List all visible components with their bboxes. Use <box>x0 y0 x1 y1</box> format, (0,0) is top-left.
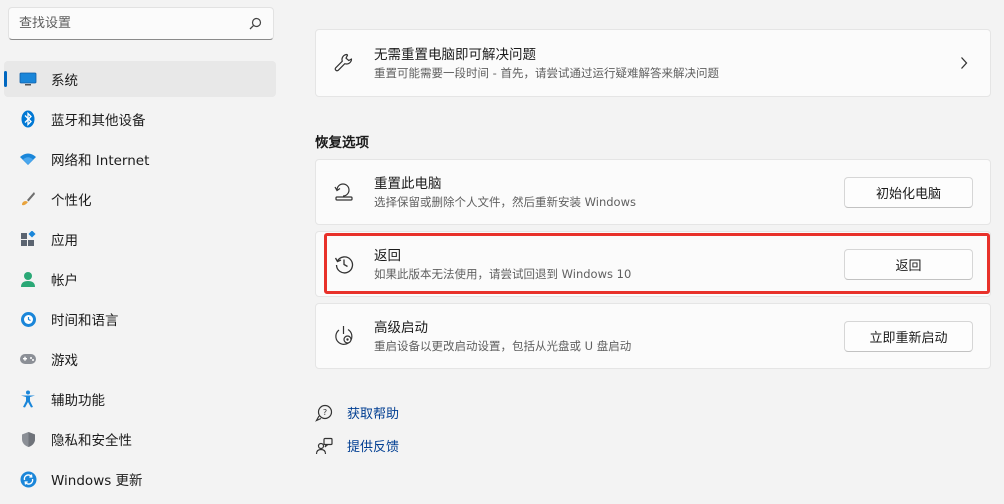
sidebar-item-personalization[interactable]: 个性化 <box>4 181 276 217</box>
link-text[interactable]: 提供反馈 <box>347 436 399 455</box>
sidebar-item-accounts[interactable]: 帐户 <box>4 261 276 297</box>
card-subtitle: 如果此版本无法使用，请尝试回退到 Windows 10 <box>374 266 632 281</box>
chevron-right-icon[interactable] <box>957 56 971 70</box>
sidebar-item-apps[interactable]: 应用 <box>4 221 276 257</box>
sidebar-item-label: 帐户 <box>51 273 78 289</box>
sidebar-item-windows-update[interactable]: Windows 更新 <box>4 461 276 497</box>
person-icon <box>18 269 38 289</box>
sidebar-item-label: 隐私和安全性 <box>51 433 132 449</box>
main-content: 无需重置电脑即可解决问题 重置可能需要一段时间 - 首先，请尝试通过运行疑难解答… <box>315 0 991 504</box>
accessibility-icon <box>18 389 38 409</box>
sidebar-item-label: 应用 <box>51 233 78 249</box>
sidebar-item-privacy[interactable]: 隐私和安全性 <box>4 421 276 457</box>
sidebar-item-label: 个性化 <box>51 193 92 209</box>
globe-clock-icon <box>18 309 38 329</box>
get-help-link[interactable]: ? 获取帮助 <box>315 403 399 422</box>
sidebar-nav: 系统 蓝牙和其他设备 网络和 Internet 个性化 应用 帐户 时间和语言 … <box>4 61 276 501</box>
card-text: 高级启动 重启设备以更改启动设置，包括从光盘或 U 盘启动 <box>374 319 844 354</box>
advanced-startup-card: 高级启动 重启设备以更改启动设置，包括从光盘或 U 盘启动 立即重新启动 <box>315 303 991 369</box>
sidebar-item-gaming[interactable]: 游戏 <box>4 341 276 377</box>
card-subtitle: 重置可能需要一段时间 - 首先，请尝试通过运行疑难解答来解决问题 <box>374 65 719 80</box>
sidebar: 系统 蓝牙和其他设备 网络和 Internet 个性化 应用 <box>0 0 290 504</box>
fix-without-reset-card[interactable]: 无需重置电脑即可解决问题 重置可能需要一段时间 - 首先，请尝试通过运行疑难解答… <box>315 29 991 97</box>
update-icon <box>18 469 38 489</box>
card-title: 重置此电脑 <box>374 175 442 192</box>
help-icon: ? <box>315 404 333 422</box>
wrench-icon <box>333 52 355 74</box>
search-icon[interactable] <box>247 16 263 32</box>
sidebar-item-system[interactable]: 系统 <box>4 61 276 97</box>
sidebar-item-label: 时间和语言 <box>51 313 119 329</box>
reset-pc-icon <box>333 181 355 203</box>
shield-icon <box>18 429 38 449</box>
search-input[interactable] <box>19 16 247 31</box>
card-subtitle: 重启设备以更改启动设置，包括从光盘或 U 盘启动 <box>374 338 632 353</box>
reset-pc-card: 重置此电脑 选择保留或删除个人文件，然后重新安装 Windows 初始化电脑 <box>315 159 991 225</box>
power-settings-icon <box>333 325 355 347</box>
give-feedback-link[interactable]: 提供反馈 <box>315 436 399 455</box>
sidebar-item-network[interactable]: 网络和 Internet <box>4 141 276 177</box>
go-back-card: 返回 如果此版本无法使用，请尝试回退到 Windows 10 返回 <box>315 231 991 297</box>
card-text: 返回 如果此版本无法使用，请尝试回退到 Windows 10 <box>374 247 844 282</box>
sidebar-item-accessibility[interactable]: 辅助功能 <box>4 381 276 417</box>
card-text: 无需重置电脑即可解决问题 重置可能需要一段时间 - 首先，请尝试通过运行疑难解答… <box>374 46 957 81</box>
sidebar-item-label: 游戏 <box>51 353 78 369</box>
card-title: 高级启动 <box>374 319 428 336</box>
gamepad-icon <box>18 349 38 369</box>
sidebar-item-label: 辅助功能 <box>51 393 105 409</box>
sidebar-item-bluetooth[interactable]: 蓝牙和其他设备 <box>4 101 276 137</box>
card-title: 返回 <box>374 247 401 264</box>
card-text: 重置此电脑 选择保留或删除个人文件，然后重新安装 Windows <box>374 175 844 210</box>
wifi-icon <box>18 149 38 169</box>
sidebar-item-label: 系统 <box>51 73 78 89</box>
sidebar-item-label: 蓝牙和其他设备 <box>51 113 146 129</box>
card-title: 无需重置电脑即可解决问题 <box>374 46 536 63</box>
sidebar-item-time-language[interactable]: 时间和语言 <box>4 301 276 337</box>
apps-icon <box>18 229 38 249</box>
card-subtitle: 选择保留或删除个人文件，然后重新安装 Windows <box>374 194 636 209</box>
link-text[interactable]: 获取帮助 <box>347 403 399 422</box>
feedback-icon <box>315 437 333 455</box>
sidebar-item-label: 网络和 Internet <box>51 153 150 169</box>
go-back-button[interactable]: 返回 <box>844 248 973 280</box>
sidebar-item-label: Windows 更新 <box>51 473 143 489</box>
display-icon <box>18 69 38 89</box>
svg-text:?: ? <box>323 408 327 417</box>
search-box[interactable] <box>8 7 274 40</box>
restart-now-button[interactable]: 立即重新启动 <box>844 320 973 352</box>
history-icon <box>333 253 355 275</box>
bluetooth-icon <box>18 109 38 129</box>
section-title: 恢复选项 <box>315 135 369 151</box>
brush-icon <box>18 189 38 209</box>
reset-pc-button[interactable]: 初始化电脑 <box>844 176 973 208</box>
